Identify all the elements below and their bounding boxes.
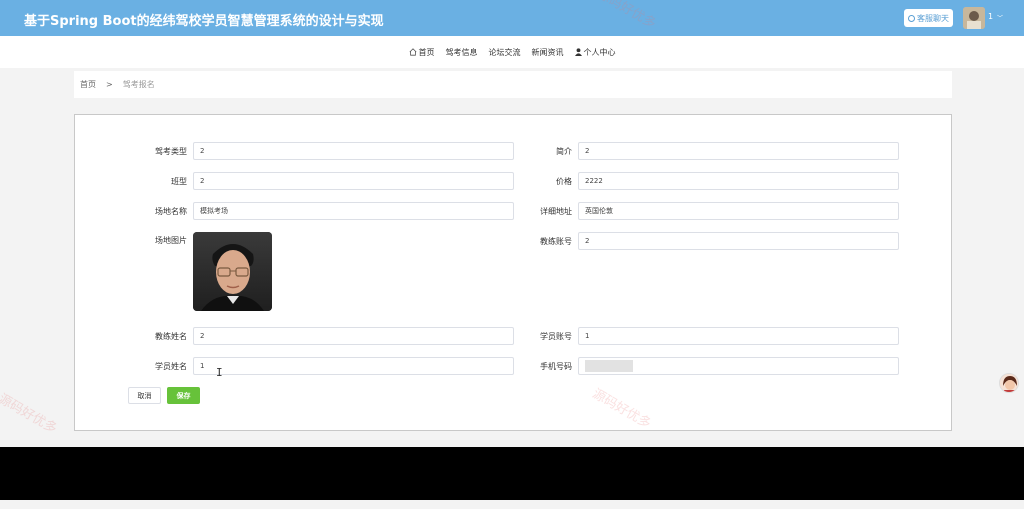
address-label: 详细地址 [540,207,572,216]
username-label[interactable]: 1 [988,12,993,21]
user-avatar[interactable] [963,7,985,29]
breadcrumb-home[interactable]: 首页 [80,79,96,90]
coach-account-value: 2 [585,237,590,245]
intro-field[interactable]: 2 [578,142,899,160]
class-type-label: 班型 [171,177,187,186]
text-cursor-icon: I [216,366,223,379]
address-value: 英国伦敦 [585,207,613,215]
student-name-value: 1 [200,362,205,370]
home-icon [409,48,416,56]
coach-name-field[interactable]: 2 [193,327,514,345]
nav-forum[interactable]: 论坛交流 [489,47,521,58]
coach-account-field[interactable]: 2 [578,232,899,250]
student-name-field[interactable]: 1 [193,357,514,375]
venue-name-value: 模拟考场 [200,207,228,215]
class-type-field[interactable]: 2 [193,172,514,190]
footer [0,447,1024,500]
nav-exam-info-label: 驾考信息 [445,47,478,57]
class-type-value: 2 [200,177,205,185]
nav-home-label: 首页 [418,47,435,57]
student-account-label: 学员账号 [540,332,572,341]
venue-image-label: 场地图片 [155,236,187,245]
watermark-left: 源码好优多 [0,391,60,437]
price-value: 2222 [585,177,603,185]
exam-type-label: 驾考类型 [155,147,187,156]
breadcrumb-separator: > [106,80,113,89]
coach-account-label: 教练账号 [540,237,572,246]
venue-image[interactable] [193,232,272,311]
phone-label: 手机号码 [540,362,572,371]
main-nav: 首页 驾考信息 论坛交流 新闻资讯 个人中心 [0,36,1024,68]
phone-redacted [585,360,633,372]
cancel-button[interactable]: 取消 [128,387,161,404]
price-label: 价格 [556,177,572,186]
nav-news-label: 新闻资讯 [531,47,564,57]
intro-label: 简介 [556,147,572,156]
top-header: 基于Spring Boot的经纬驾校学员智慧管理系统的设计与实现 客服聊天 1 … [0,0,1024,36]
student-account-field[interactable]: 1 [578,327,899,345]
customer-chat-button[interactable]: 客服聊天 [904,9,953,27]
nav-forum-label: 论坛交流 [488,47,521,57]
student-name-label: 学员姓名 [155,362,187,371]
chat-icon [908,14,915,22]
venue-name-field[interactable]: 模拟考场 [193,202,514,220]
intro-value: 2 [585,147,590,155]
registration-form: 驾考类型 2 简介 2 班型 2 价格 2222 场地名称 模拟考场 详细地址 … [74,114,952,431]
nav-profile-label: 个人中心 [583,47,616,57]
breadcrumb: 首页 > 驾考报名 [74,71,952,98]
save-button[interactable]: 保存 [167,387,200,404]
chat-button-label: 客服聊天 [917,13,949,23]
coach-name-value: 2 [200,332,205,340]
support-avatar[interactable] [999,373,1019,393]
nav-exam-info[interactable]: 驾考信息 [446,47,478,58]
coach-name-label: 教练姓名 [155,332,187,341]
price-field[interactable]: 2222 [578,172,899,190]
student-account-value: 1 [585,332,590,340]
user-icon [574,48,582,56]
phone-field[interactable] [578,357,899,375]
address-field[interactable]: 英国伦敦 [578,202,899,220]
nav-news[interactable]: 新闻资讯 [532,47,564,58]
exam-type-field[interactable]: 2 [193,142,514,160]
breadcrumb-current: 驾考报名 [122,80,155,89]
exam-type-value: 2 [200,147,205,155]
nav-home[interactable]: 首页 [409,47,435,58]
app-title: 基于Spring Boot的经纬驾校学员智慧管理系统的设计与实现 [24,14,384,29]
venue-name-label: 场地名称 [155,207,187,216]
nav-profile[interactable]: 个人中心 [574,47,616,58]
chevron-down-icon[interactable]: ﹀ [997,13,1003,22]
